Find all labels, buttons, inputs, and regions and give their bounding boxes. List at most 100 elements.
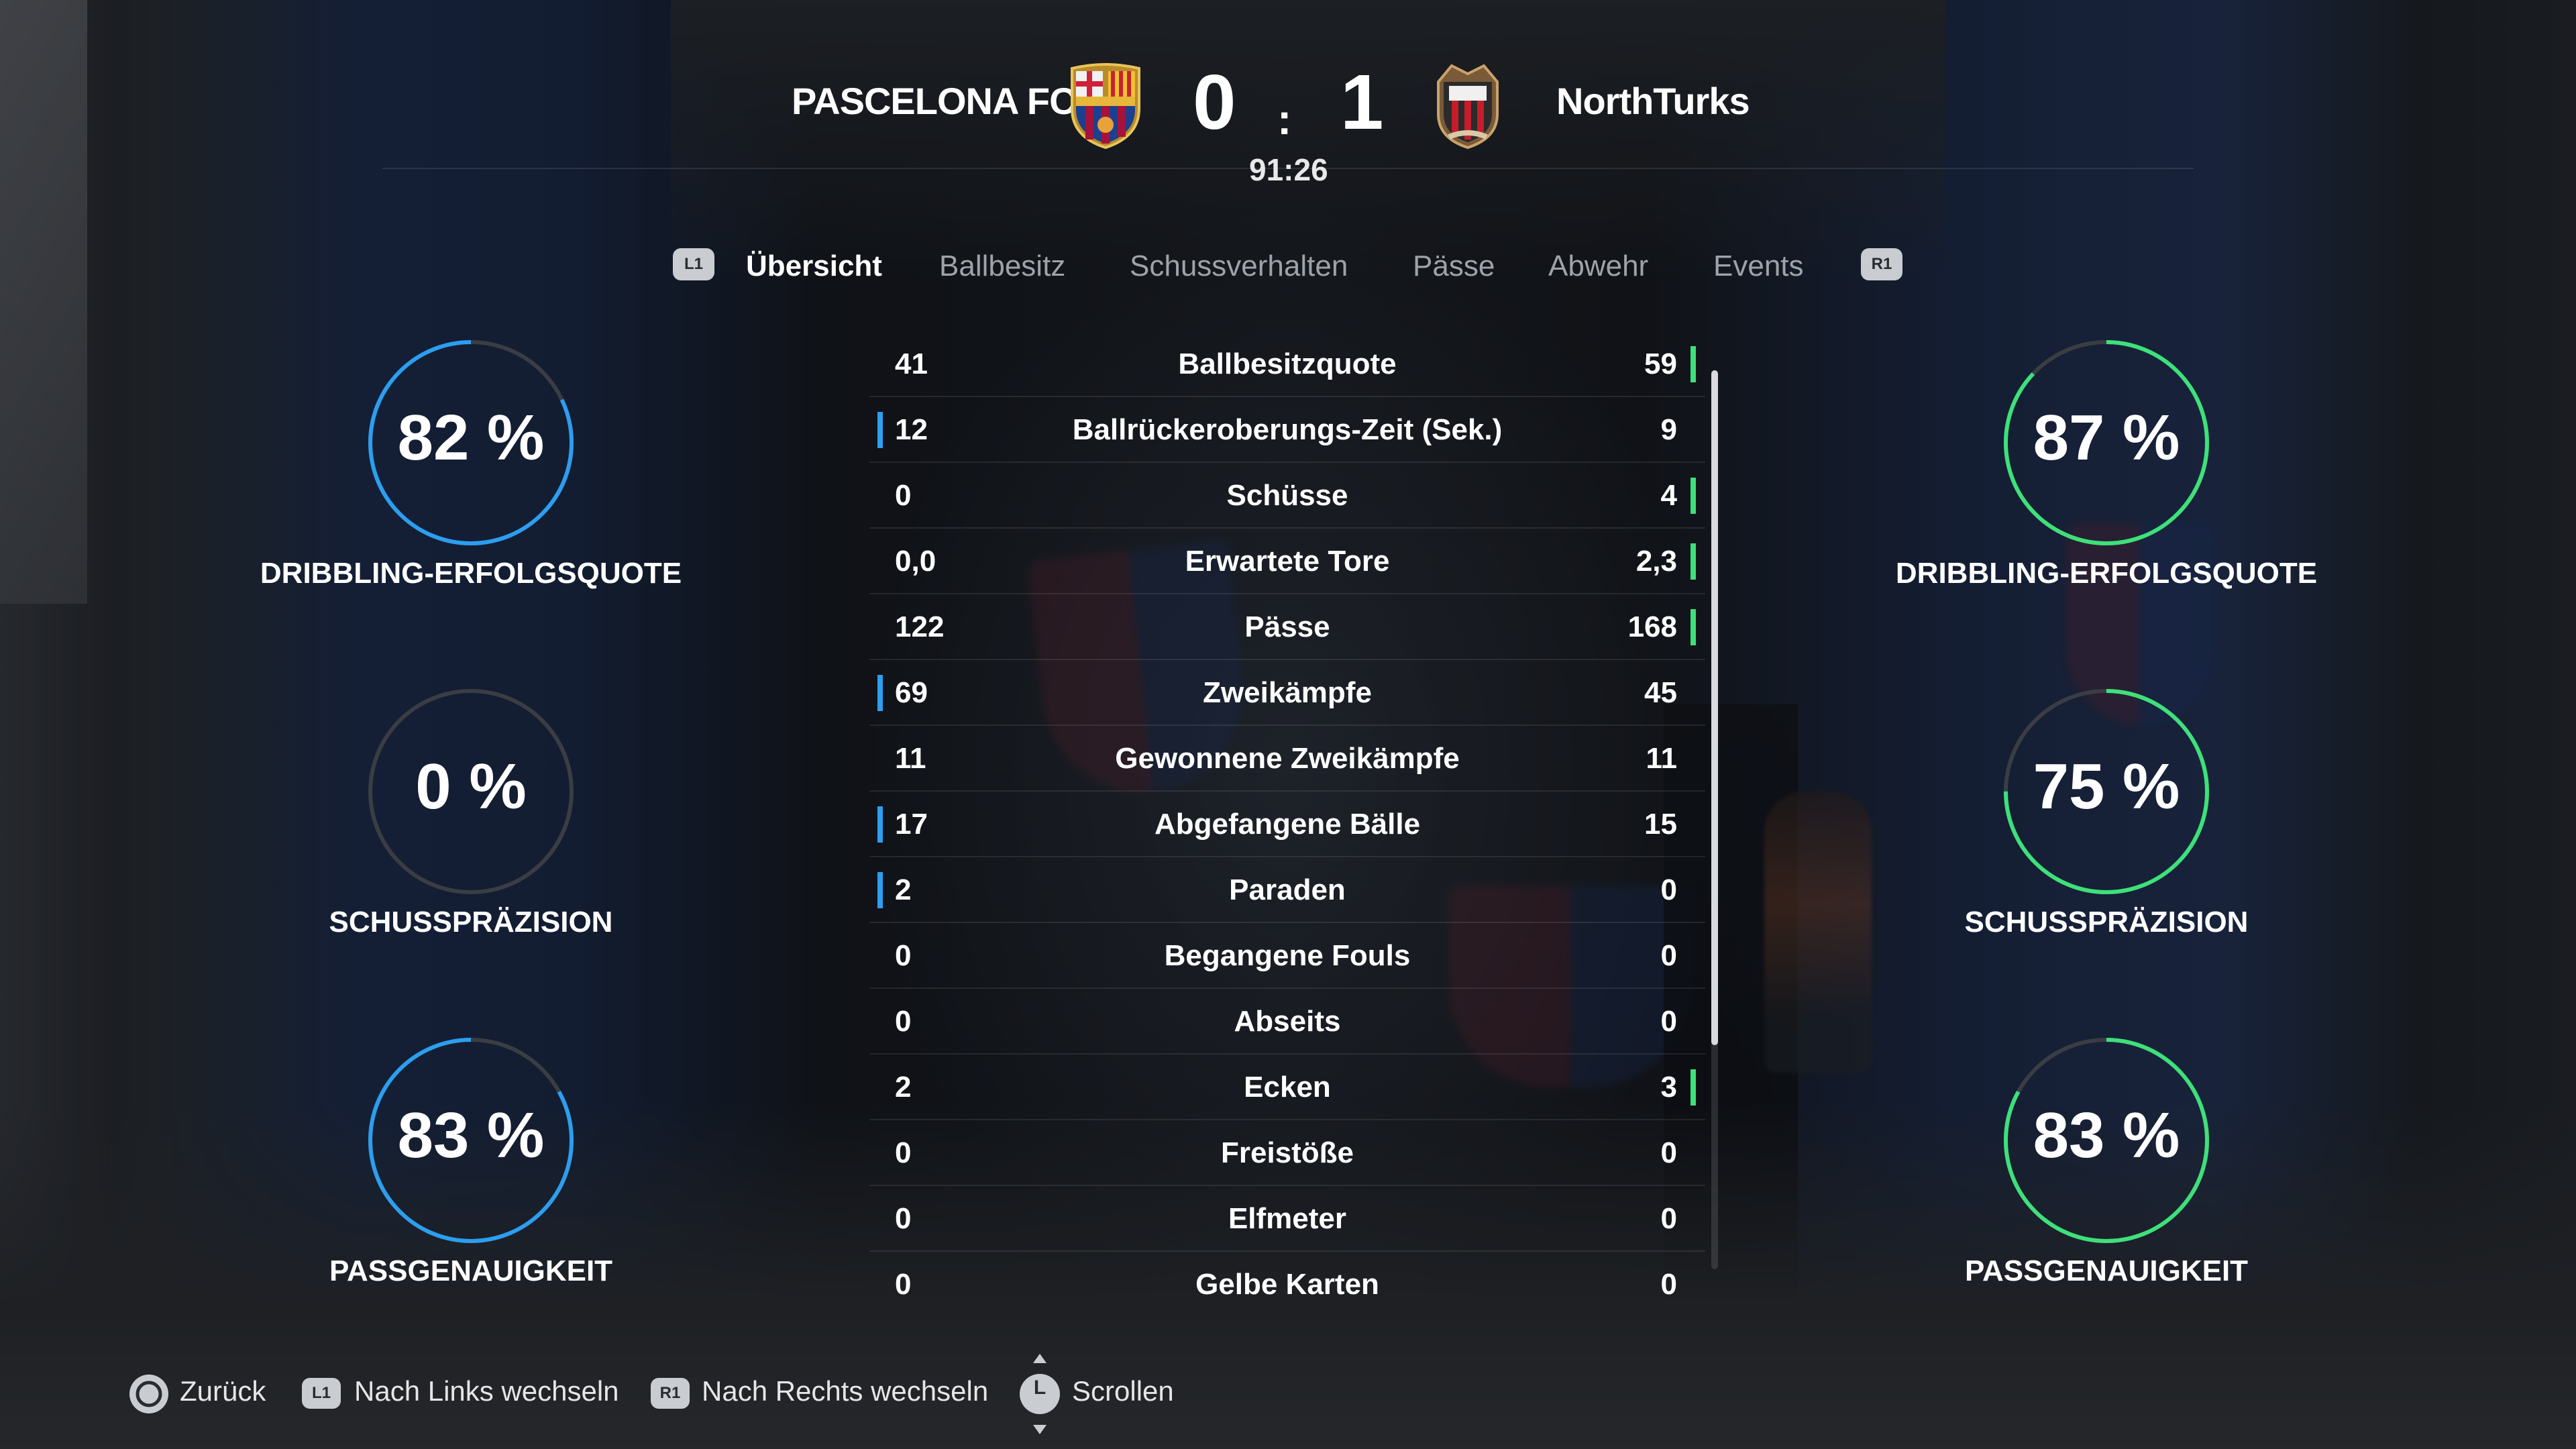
away-team-crest-icon — [1437, 64, 1499, 149]
ring-label: DRIBBLING-ERFOLGSQUOTE — [260, 557, 682, 590]
away-ring-stat: 75 % SCHUSSPRÄZISION — [1892, 684, 2321, 1006]
ring-value: 0 % — [415, 751, 527, 822]
home-stat-value: 69 — [895, 676, 928, 709]
ring-label: PASSGENAUIGKEIT — [329, 1254, 613, 1287]
away-stat-value: 9 — [1660, 413, 1677, 446]
tab-passes[interactable]: Pässe — [1413, 250, 1495, 283]
stat-row: Gelbe Karten 0 0 — [869, 1252, 1705, 1311]
away-stat-value: 3 — [1660, 1071, 1677, 1104]
stat-row: Abgefangene Bälle 17 15 — [869, 792, 1705, 857]
l1-button-icon[interactable]: L1 — [673, 248, 714, 280]
stat-row: Abseits 0 0 — [869, 989, 1705, 1055]
stat-row: Gewonnene Zweikämpfe 11 11 — [869, 726, 1705, 792]
home-stat-value: 0 — [895, 479, 912, 512]
back-hint-label[interactable]: Zurück — [180, 1375, 266, 1407]
stat-row: Ballrückeroberungs-Zeit (Sek.) 12 9 — [869, 397, 1705, 463]
home-stat-value: 122 — [895, 610, 945, 643]
ring-value: 83 % — [2033, 1099, 2180, 1171]
footer-r1-button-icon[interactable]: R1 — [651, 1378, 690, 1409]
stat-label: Gewonnene Zweikämpfe — [1115, 742, 1460, 775]
ring-value: 83 % — [397, 1099, 545, 1171]
home-stat-value: 0 — [895, 1202, 912, 1235]
stat-row: Zweikämpfe 69 45 — [869, 660, 1705, 726]
stat-label: Erwartete Tore — [1185, 545, 1390, 578]
away-stat-value: 0 — [1660, 1202, 1677, 1235]
ring-value: 82 % — [397, 402, 545, 474]
home-ring-stat: 83 % PASSGENAUIGKEIT — [256, 1033, 686, 1355]
stat-row: Ballbesitzquote 41 59 — [869, 331, 1705, 397]
tab-possession[interactable]: Ballbesitz — [939, 250, 1065, 283]
stat-row: Pässe 122 168 — [869, 594, 1705, 660]
home-ring-stat: 82 % DRIBBLING-ERFOLGSQUOTE — [256, 335, 686, 657]
tab-shooting[interactable]: Schussverhalten — [1130, 250, 1348, 283]
tab-defense[interactable]: Abwehr — [1548, 250, 1648, 283]
switch-right-hint-label[interactable]: Nach Rechts wechseln — [702, 1375, 988, 1407]
stat-row: Erwartete Tore 0,0 2,3 — [869, 529, 1705, 594]
stat-label: Freistöße — [1220, 1136, 1354, 1169]
away-stat-value: 4 — [1660, 479, 1677, 512]
home-stat-value: 2 — [895, 873, 912, 906]
ring-label: SCHUSSPRÄZISION — [1964, 906, 2249, 938]
home-stat-value: 11 — [895, 742, 926, 775]
home-stat-value: 0 — [895, 939, 912, 972]
away-stat-value: 0 — [1660, 1005, 1677, 1038]
left-stick-letter: L — [1033, 1377, 1046, 1399]
stats-scrollbar-thumb[interactable] — [1711, 370, 1718, 1045]
r1-button-icon[interactable]: R1 — [1861, 248, 1902, 280]
away-ring-stat: 83 % PASSGENAUIGKEIT — [1892, 1033, 2321, 1355]
tab-events[interactable]: Events — [1713, 250, 1804, 283]
stat-label: Gelbe Karten — [1195, 1268, 1379, 1301]
away-stat-value: 11 — [1646, 742, 1677, 775]
footer-l1-button-icon[interactable]: L1 — [302, 1378, 341, 1409]
away-ring-stat: 87 % DRIBBLING-ERFOLGSQUOTE — [1892, 335, 2321, 657]
home-stat-value: 0 — [895, 1136, 912, 1169]
stat-label: Ecken — [1244, 1071, 1331, 1104]
stat-label: Pässe — [1244, 610, 1330, 643]
away-stat-value: 0 — [1660, 1268, 1677, 1301]
ring-value: 87 % — [2033, 402, 2180, 474]
home-stat-value: 17 — [895, 808, 928, 841]
stats-scrollbar[interactable] — [1711, 370, 1718, 1269]
stat-label: Paraden — [1229, 873, 1346, 906]
stat-label: Elfmeter — [1228, 1202, 1347, 1235]
stat-row: Freistöße 0 0 — [869, 1120, 1705, 1186]
tab-overview[interactable]: Übersicht — [746, 250, 882, 283]
away-stat-value: 168 — [1627, 610, 1677, 643]
home-stat-value: 2 — [895, 1071, 912, 1104]
away-stat-value: 15 — [1644, 808, 1677, 841]
match-clock: 91:26 — [1249, 152, 1328, 187]
home-ring-stat: 0 % SCHUSSPRÄZISION — [256, 684, 686, 1006]
stat-row: Paraden 2 0 — [869, 857, 1705, 923]
header-divider — [382, 168, 2194, 169]
stat-row: Schüsse 0 4 — [869, 463, 1705, 529]
stat-row: Ecken 2 3 — [869, 1055, 1705, 1120]
home-stat-value: 0 — [895, 1268, 912, 1301]
circle-button-icon[interactable] — [127, 1373, 170, 1415]
away-team-name: NorthTurks — [1556, 80, 1750, 122]
stat-label: Abgefangene Bälle — [1154, 808, 1421, 841]
away-stat-value: 0 — [1660, 873, 1677, 906]
away-stat-value: 0 — [1660, 1136, 1677, 1169]
score-separator: : — [1277, 95, 1292, 144]
stat-label: Begangene Fouls — [1164, 939, 1411, 972]
stat-row: Elfmeter 0 0 — [869, 1186, 1705, 1252]
home-team-name: PASCELONA FC — [792, 80, 1077, 122]
home-score: 0 — [1193, 58, 1236, 146]
away-stat-value: 45 — [1644, 676, 1677, 709]
away-stat-value: 0 — [1660, 939, 1677, 972]
stat-row: Begangene Fouls 0 0 — [869, 923, 1705, 989]
ring-value: 75 % — [2033, 751, 2180, 822]
home-stat-value: 41 — [895, 347, 928, 380]
home-team-crest-icon — [1071, 63, 1140, 149]
home-stat-value: 0,0 — [895, 545, 936, 578]
away-score: 1 — [1340, 58, 1384, 146]
scroll-hint-label[interactable]: Scrollen — [1072, 1375, 1174, 1407]
ring-label: PASSGENAUIGKEIT — [1964, 1254, 2249, 1287]
home-stat-value: 12 — [895, 413, 928, 446]
switch-left-hint-label[interactable]: Nach Links wechseln — [354, 1375, 619, 1407]
stat-label: Abseits — [1234, 1005, 1341, 1038]
away-stat-value: 2,3 — [1635, 545, 1677, 578]
ring-label: DRIBBLING-ERFOLGSQUOTE — [1895, 557, 2318, 590]
stats-table: Ballbesitzquote 41 59 Ballrückeroberungs-Ze… — [869, 331, 1705, 1311]
stat-label: Ballrückeroberungs-Zeit (Sek.) — [1072, 413, 1503, 446]
